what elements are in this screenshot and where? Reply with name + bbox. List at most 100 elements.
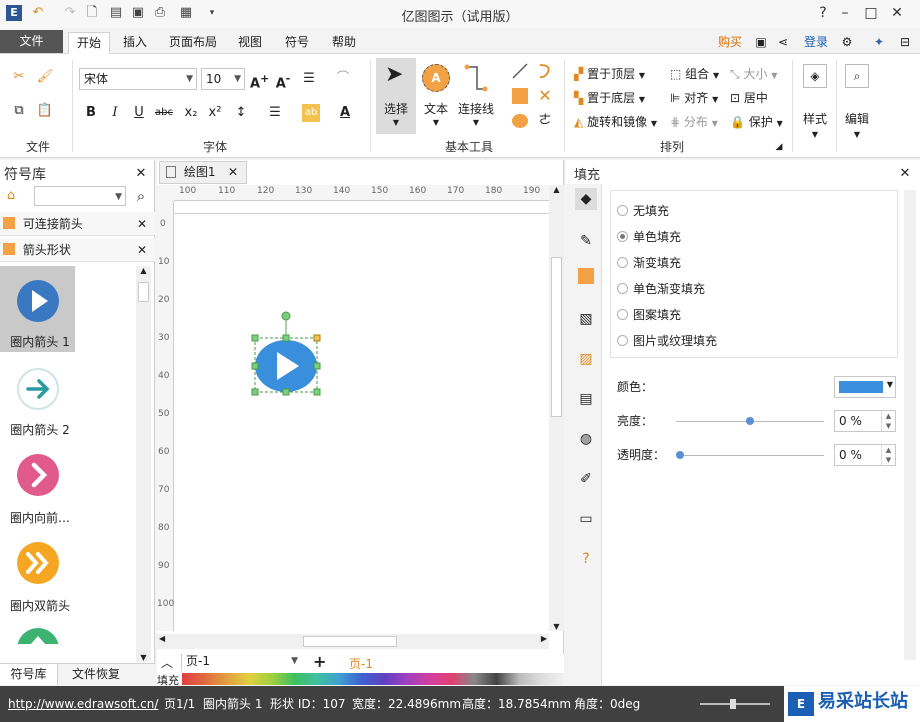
- bold-icon[interactable]: B: [82, 104, 100, 122]
- tab-symbol-library[interactable]: 符号库: [0, 664, 58, 685]
- copy-icon[interactable]: ⧉: [10, 102, 28, 120]
- dialog-launcher-icon[interactable]: ◢: [770, 138, 788, 156]
- fill-option-gradient[interactable]: 渐变填充: [617, 254, 681, 272]
- tab-help[interactable]: 帮助: [324, 32, 364, 54]
- underline-icon[interactable]: U: [130, 104, 148, 122]
- superscript-icon[interactable]: x²: [206, 104, 224, 122]
- scroll-thumb[interactable]: [551, 257, 562, 417]
- fill-option-picture[interactable]: 图片或纹理填充: [617, 332, 717, 350]
- size-button[interactable]: ⤡ 大小 ▼: [730, 64, 777, 84]
- fill-bucket-icon[interactable]: ◆: [575, 188, 597, 210]
- symbol-item[interactable]: 圈内双箭头: [0, 530, 75, 616]
- close-icon[interactable]: ✕: [137, 238, 147, 262]
- rotate-mirror-button[interactable]: ◭ 旋转和镜像 ▼: [574, 112, 657, 132]
- transparency-input[interactable]: 0 % ▲ ▼: [834, 444, 896, 466]
- close-icon[interactable]: ✕: [228, 162, 238, 183]
- strikethrough-icon[interactable]: abc: [155, 104, 173, 122]
- add-page-icon[interactable]: +: [313, 652, 326, 671]
- collapse-up-icon[interactable]: ︿: [161, 654, 173, 671]
- rectangle-tool-icon[interactable]: [512, 88, 528, 104]
- font-grow-icon[interactable]: A+: [250, 70, 269, 91]
- tab-file-recovery[interactable]: 文件恢复: [64, 664, 128, 685]
- line-tool-icon[interactable]: [511, 62, 529, 80]
- library-row[interactable]: 可连接箭头 ✕: [0, 212, 155, 236]
- scroll-thumb[interactable]: [138, 282, 149, 302]
- arc-tool-icon[interactable]: [536, 62, 554, 80]
- bullet-list-icon[interactable]: ☰: [266, 104, 284, 122]
- close-window-button[interactable]: ✕: [884, 2, 910, 24]
- close-icon[interactable]: ✕: [132, 165, 150, 183]
- align-button[interactable]: ⊫ 对齐 ▼: [670, 88, 718, 108]
- group-button[interactable]: ⬚ 组合 ▼: [670, 64, 719, 84]
- fill-option-none[interactable]: 无填充: [617, 202, 669, 220]
- maximize-button[interactable]: □: [858, 2, 884, 24]
- share-icon[interactable]: ▣: [752, 32, 770, 54]
- text-align-icon[interactable]: ☰: [300, 70, 318, 88]
- tab-insert[interactable]: 插入: [114, 32, 156, 54]
- connector-tool-button[interactable]: 连接线 ▼: [456, 58, 496, 134]
- buy-link[interactable]: 购买: [712, 32, 748, 54]
- minimize-button[interactable]: –: [832, 2, 858, 24]
- spin-arrows-icon[interactable]: ▲ ▼: [881, 445, 895, 465]
- library-search-input[interactable]: ▼: [34, 186, 126, 206]
- font-family-select[interactable]: 宋体 ▼: [79, 68, 197, 90]
- comment-icon[interactable]: ▭: [575, 508, 597, 530]
- bring-to-top-button[interactable]: ▞ 置于顶层 ▼: [574, 64, 645, 84]
- library-row[interactable]: 箭头形状 ✕: [0, 238, 155, 262]
- tab-view[interactable]: 视图: [230, 32, 270, 54]
- scroll-up-icon[interactable]: ▲: [549, 185, 564, 194]
- document-tab[interactable]: 绘图1 ✕: [159, 161, 247, 184]
- line-style-icon[interactable]: ✎: [575, 230, 597, 252]
- color-palette[interactable]: [182, 673, 564, 685]
- center-button[interactable]: ⊡ 居中: [730, 88, 768, 108]
- tab-symbol[interactable]: 符号: [277, 32, 317, 54]
- paste-icon[interactable]: 📋: [36, 102, 54, 120]
- image-icon[interactable]: ▧: [575, 308, 597, 330]
- color-picker[interactable]: ▼: [834, 376, 896, 398]
- send-to-bottom-button[interactable]: ▚ 置于底层 ▼: [574, 88, 645, 108]
- brightness-slider-knob[interactable]: [746, 417, 754, 425]
- library-scrollbar[interactable]: ▲ ▼: [136, 266, 151, 662]
- website-link[interactable]: http://www.edrawsoft.cn/: [8, 686, 158, 722]
- selected-circle-arrow-shape[interactable]: [249, 310, 325, 400]
- home-icon[interactable]: ⌂: [2, 187, 20, 205]
- note-icon[interactable]: ✐: [575, 468, 597, 490]
- symbol-item[interactable]: 圈内箭头 1: [0, 266, 75, 352]
- polyline-tool-icon[interactable]: ㄜ: [536, 112, 554, 130]
- scroll-right-icon[interactable]: ▶: [541, 634, 547, 643]
- search-icon[interactable]: ⌕: [132, 187, 150, 205]
- settings-gear-icon[interactable]: ⚙: [836, 32, 858, 54]
- line-spacing-icon[interactable]: ↕: [232, 104, 250, 122]
- ellipse-tool-icon[interactable]: [512, 114, 528, 128]
- close-icon[interactable]: ✕: [137, 212, 147, 236]
- share-link-icon[interactable]: ⋖: [774, 32, 792, 54]
- protect-button[interactable]: 🔒 保护 ▼: [730, 112, 783, 132]
- italic-icon[interactable]: I: [106, 104, 124, 122]
- zoom-slider-knob[interactable]: [730, 699, 736, 709]
- tab-page-layout[interactable]: 页面布局: [163, 32, 223, 54]
- edit-button[interactable]: ⌕ 编辑 ▼: [840, 60, 874, 146]
- scroll-left-icon[interactable]: ◀: [159, 634, 165, 643]
- drawing-page[interactable]: [174, 201, 549, 631]
- shadow-icon[interactable]: [575, 268, 597, 290]
- fill-option-pattern[interactable]: 图案填充: [617, 306, 681, 324]
- transparency-slider[interactable]: [676, 455, 824, 456]
- scroll-up-icon[interactable]: ▲: [136, 266, 151, 275]
- login-link[interactable]: 登录: [798, 32, 834, 54]
- transparency-slider-knob[interactable]: [676, 451, 684, 459]
- font-color-icon[interactable]: A: [336, 104, 354, 122]
- symbol-item[interactable]: 圈内向前…: [0, 442, 75, 528]
- theme-icon[interactable]: ✦: [870, 32, 888, 54]
- font-shrink-icon[interactable]: A-: [274, 70, 292, 91]
- globe-icon[interactable]: ◍: [575, 428, 597, 450]
- text-direction-icon[interactable]: ⌒: [334, 70, 352, 88]
- scroll-thumb[interactable]: [303, 636, 397, 647]
- page-selector[interactable]: 页-1 ▼: [181, 654, 301, 671]
- canvas-vertical-scrollbar[interactable]: ▲ ▼: [549, 185, 564, 631]
- collapse-ribbon-icon[interactable]: ⊟: [896, 32, 914, 54]
- page-tab[interactable]: 页-1: [349, 655, 373, 672]
- spin-arrows-icon[interactable]: ▲ ▼: [881, 411, 895, 431]
- highlight-icon[interactable]: ab: [302, 104, 320, 122]
- paint-brush-icon[interactable]: 🖌: [36, 68, 54, 86]
- help-icon[interactable]: ?: [575, 548, 597, 570]
